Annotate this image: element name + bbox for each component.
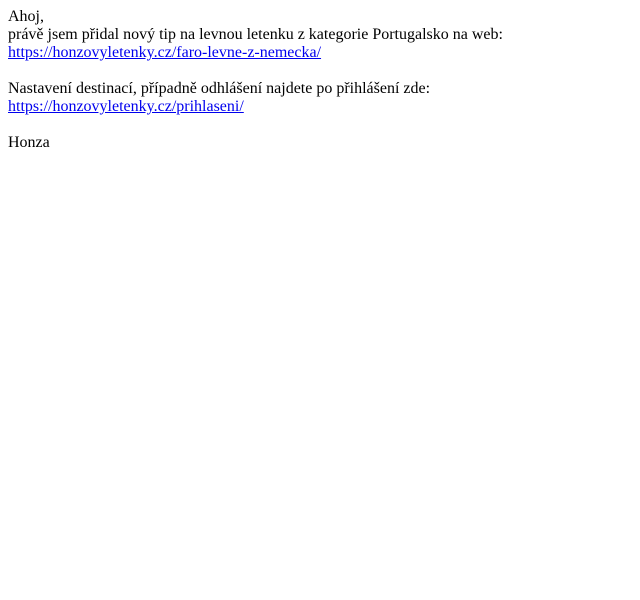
intro-text: právě jsem přidal nový tip na levnou let… [8,26,503,43]
signature-text: Honza [8,134,50,151]
email-body: Ahoj, právě jsem přidal nový tip na levn… [8,8,632,152]
login-link[interactable]: https://honzovyletenky.cz/prihlaseni/ [8,98,244,115]
tip-link[interactable]: https://honzovyletenky.cz/faro-levne-z-n… [8,44,321,61]
settings-text: Nastavení destinací, případně odhlášení … [8,80,431,97]
greeting-text: Ahoj, [8,8,44,25]
